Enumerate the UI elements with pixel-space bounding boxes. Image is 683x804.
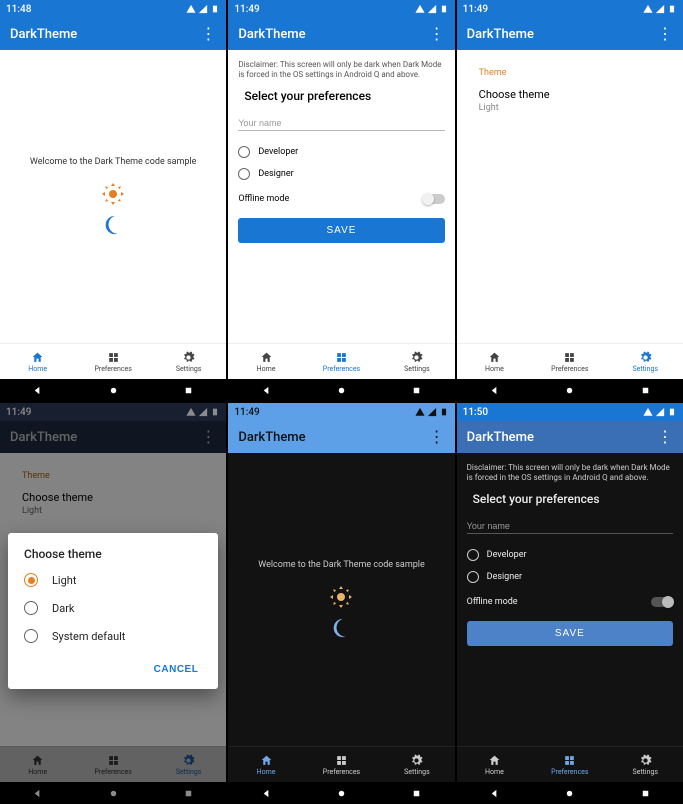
theme-dialog: Choose theme Light Dark System default C… (8, 533, 218, 689)
screen-dark-prefs: 11:50 DarkTheme ⋮ Disclaimer: This screen… (457, 403, 683, 804)
moon-icon (102, 214, 124, 236)
screen-light-prefs: 11:49 DarkTheme ⋮ Disclaimer: This screen… (228, 0, 454, 401)
app-bar: DarkTheme ⋮ (0, 18, 226, 50)
app-title: DarkTheme (238, 430, 305, 445)
status-time: 11:50 (463, 407, 488, 418)
dialog-cancel-button[interactable]: CANCEL (150, 658, 203, 681)
nav-home[interactable]: Home (0, 344, 75, 379)
app-title: DarkTheme (467, 430, 534, 445)
nav-home[interactable]: Home (228, 344, 303, 379)
disclaimer-text: Disclaimer: This screen will only be dar… (467, 463, 673, 484)
setting-subtitle: Light (479, 103, 661, 113)
offline-label: Offline mode (467, 597, 518, 607)
status-time: 11:49 (234, 407, 259, 418)
overflow-icon[interactable]: ⋮ (200, 29, 216, 39)
prefs-title: Select your preferences (244, 89, 444, 103)
nav-home[interactable]: Home (457, 747, 532, 782)
screen-light-settings: 11:49 DarkTheme ⋮ Theme Choose theme Ligh… (457, 0, 683, 401)
system-nav (0, 379, 226, 401)
role-developer[interactable]: Developer (238, 146, 444, 158)
role-developer[interactable]: Developer (467, 549, 673, 561)
nav-home[interactable]: Home (228, 747, 303, 782)
nav-preferences[interactable]: Preferences (532, 344, 607, 379)
app-title: DarkTheme (10, 27, 77, 42)
screen-dark-home: 11:49 DarkTheme ⋮ Welcome to the Dark The… (228, 403, 454, 804)
status-time: 11:49 (463, 4, 488, 15)
nav-settings[interactable]: Settings (379, 747, 454, 782)
nav-settings[interactable]: Settings (379, 344, 454, 379)
dialog-option-dark[interactable]: Dark (24, 601, 202, 615)
status-time: 11:48 (6, 4, 31, 15)
nav-preferences[interactable]: Preferences (532, 747, 607, 782)
bottom-nav: Home Preferences Settings (0, 343, 226, 379)
welcome-text: Welcome to the Dark Theme code sample (258, 560, 425, 570)
nav-settings[interactable]: Settings (608, 747, 683, 782)
screen-light-home: 11:48 DarkTheme ⋮ Welcome to the Dark Th… (0, 0, 226, 401)
setting-title: Choose theme (479, 88, 661, 101)
screen-dialog: 11:49 DarkTheme⋮ Theme Choose theme Ligh… (0, 403, 226, 804)
section-label: Theme (479, 68, 661, 78)
name-input[interactable] (238, 113, 444, 131)
nav-settings[interactable]: Settings (608, 344, 683, 379)
sun-icon (101, 182, 125, 206)
welcome-text: Welcome to the Dark Theme code sample (30, 157, 197, 167)
dialog-option-system[interactable]: System default (24, 629, 202, 643)
moon-icon (330, 617, 352, 639)
nav-home[interactable]: Home (457, 344, 532, 379)
status-time: 11:49 (234, 4, 259, 15)
overflow-icon[interactable]: ⋮ (429, 29, 445, 39)
nav-preferences[interactable]: Preferences (304, 747, 379, 782)
name-input[interactable] (467, 516, 673, 534)
status-icons (186, 4, 220, 14)
disclaimer-text: Disclaimer: This screen will only be dar… (238, 60, 444, 81)
status-bar: 11:48 (0, 0, 226, 18)
dialog-title: Choose theme (24, 547, 202, 561)
overflow-icon[interactable]: ⋮ (429, 432, 445, 442)
app-title: DarkTheme (238, 27, 305, 42)
offline-label: Offline mode (238, 194, 289, 204)
theme-setting[interactable]: Theme Choose theme Light (467, 60, 673, 121)
overflow-icon[interactable]: ⋮ (657, 432, 673, 442)
nav-settings[interactable]: Settings (151, 344, 226, 379)
dialog-option-light[interactable]: Light (24, 573, 202, 587)
role-designer[interactable]: Designer (238, 168, 444, 180)
app-title: DarkTheme (467, 27, 534, 42)
sun-icon (329, 585, 353, 609)
role-designer[interactable]: Designer (467, 571, 673, 583)
prefs-title: Select your preferences (473, 492, 673, 506)
nav-preferences[interactable]: Preferences (75, 344, 150, 379)
overflow-icon[interactable]: ⋮ (657, 29, 673, 39)
offline-toggle[interactable] (423, 194, 445, 204)
nav-preferences[interactable]: Preferences (304, 344, 379, 379)
save-button[interactable]: SAVE (467, 621, 673, 646)
save-button[interactable]: SAVE (238, 218, 444, 243)
offline-toggle[interactable] (651, 597, 673, 607)
